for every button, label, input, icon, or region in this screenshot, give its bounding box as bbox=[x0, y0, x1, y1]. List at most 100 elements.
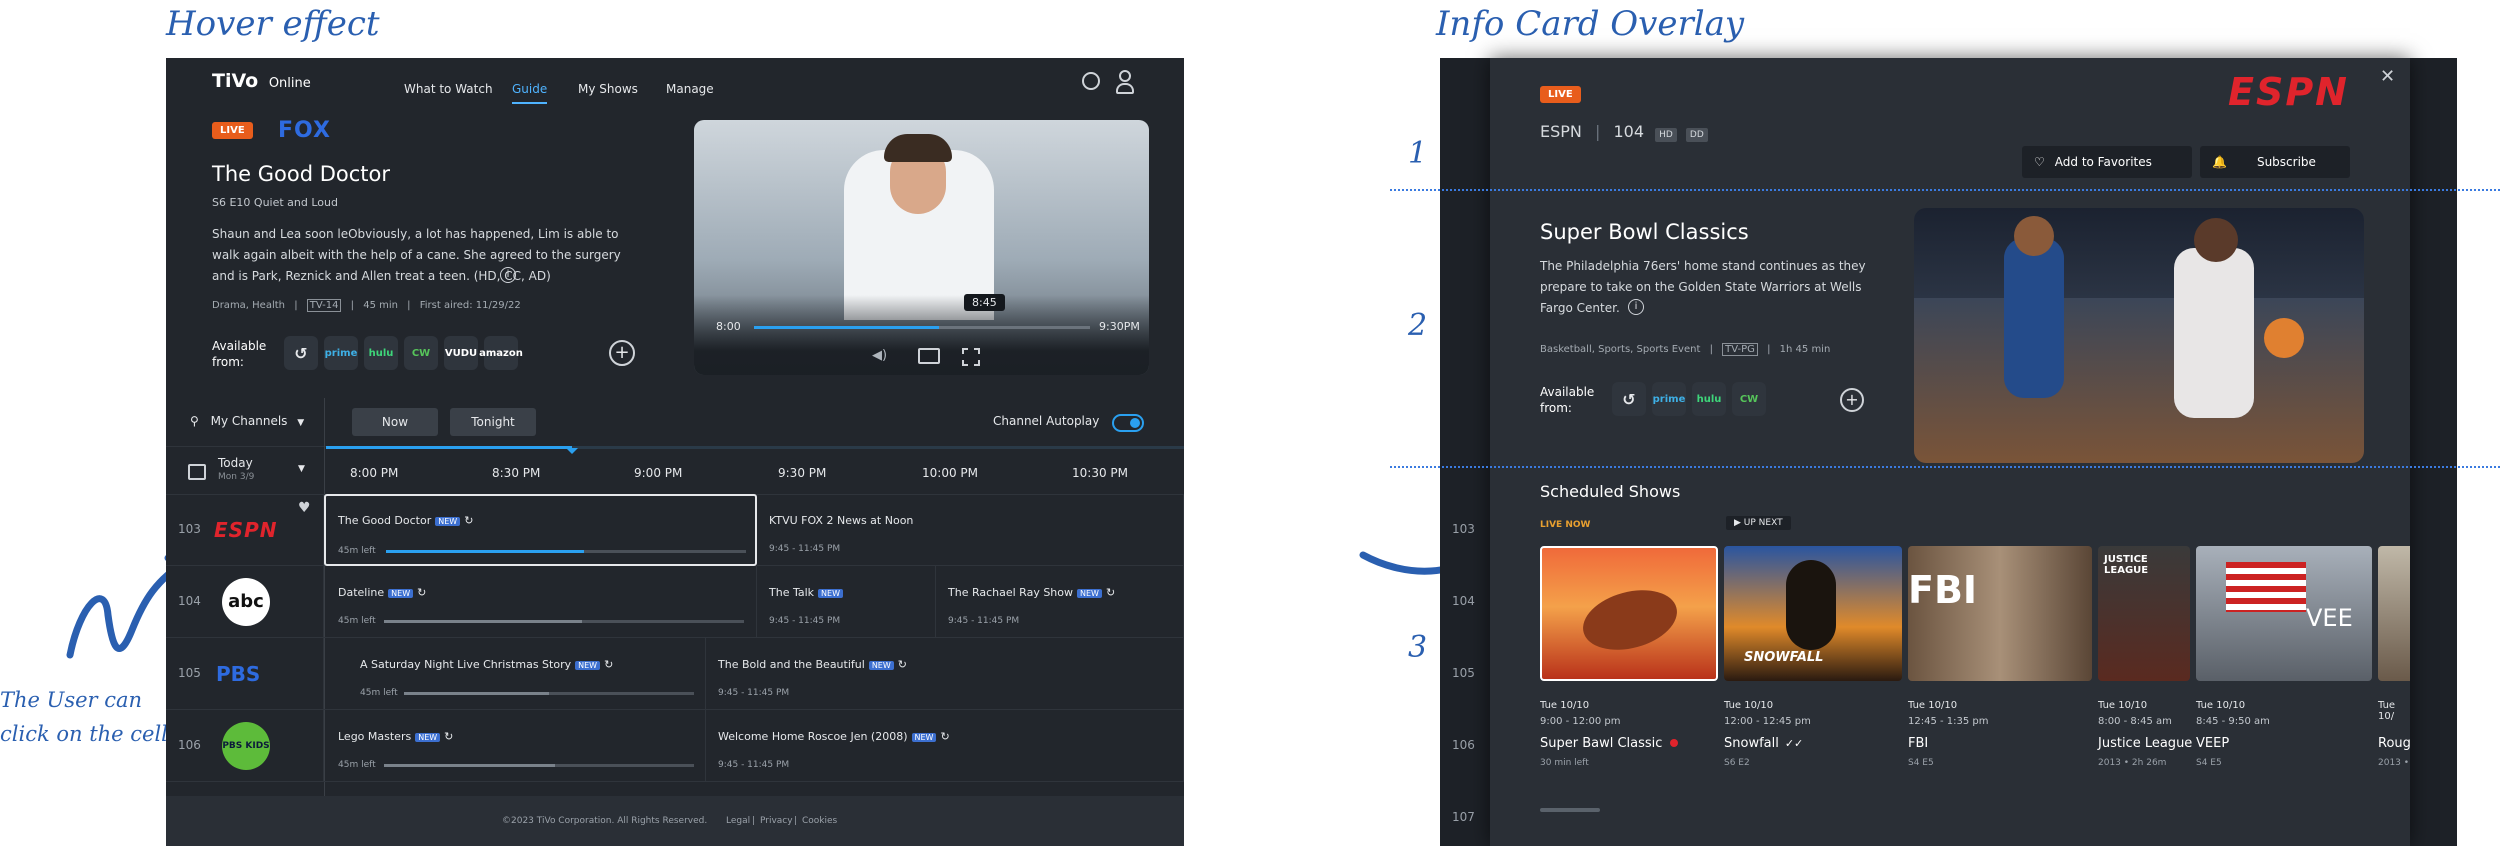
channel-cell[interactable]: 105 PBS bbox=[166, 638, 324, 710]
provider-vudu[interactable]: VUDU bbox=[444, 336, 478, 370]
up-next-label: ▶ UP NEXT bbox=[1726, 516, 1791, 530]
my-channels-dropdown[interactable]: ⚲ My Channels ▼ bbox=[190, 414, 304, 428]
hero-description: Shaun and Lea soon leObviously, a lot ha… bbox=[212, 227, 621, 283]
info-icon[interactable]: i bbox=[500, 267, 516, 283]
card-date: Tue 10/10 bbox=[2196, 700, 2246, 711]
channel-row-106: 106 PBS KIDS Lego Masters NEW ↻ 45m left W… bbox=[166, 710, 1184, 782]
program-cell[interactable]: KTVU FOX 2 News at Noon 9:45 - 11:45 PM bbox=[757, 494, 1184, 566]
program-cell[interactable]: The Talk NEW 9:45 - 11:45 PM bbox=[757, 566, 936, 638]
provider-cw[interactable]: CW bbox=[404, 336, 438, 370]
user-icon[interactable] bbox=[1116, 70, 1134, 94]
program-cell[interactable]: The Rachael Ray Show NEW ↻ 9:45 - 11:45 PM bbox=[936, 566, 1184, 638]
show-card-thumb[interactable] bbox=[2378, 546, 2410, 681]
close-icon[interactable]: ✕ bbox=[2380, 66, 2395, 87]
add-favorites-button[interactable]: ♡ Add to Favorites bbox=[2022, 146, 2192, 178]
captions-icon[interactable] bbox=[918, 348, 940, 364]
program-cell[interactable]: Lego Masters NEW ↻ 45m left bbox=[324, 710, 706, 782]
card-time: 8:00 - 8:45 am bbox=[2098, 716, 2172, 727]
volume-icon[interactable]: ◀) bbox=[872, 348, 887, 363]
bg-channel-104: 104 bbox=[1452, 594, 1475, 608]
program-cell-hovered[interactable]: The Good Doctor NEW ↻ 45m left bbox=[324, 494, 757, 566]
program-cell[interactable]: The Bold and the Beautiful NEW ↻ 9:45 - 11… bbox=[706, 638, 1184, 710]
program-cell[interactable]: Welcome Home Roscoe Jen (2008) NEW ↻ 9:45 … bbox=[706, 710, 1184, 782]
available-label: Available from: bbox=[1540, 385, 1595, 415]
available-label: Available from: bbox=[212, 339, 267, 369]
tonight-button[interactable]: Tonight bbox=[450, 408, 536, 436]
hero-meta: Drama, Health | TV-14 | 45 min | First a… bbox=[212, 299, 521, 312]
show-card-thumb[interactable]: JUSTICE LEAGUE bbox=[2098, 546, 2190, 681]
player-scrubber-track[interactable] bbox=[754, 326, 1090, 329]
tivo-logo-icon[interactable]: TiVo Online bbox=[212, 70, 311, 92]
legal-link[interactable]: Legal bbox=[726, 816, 750, 826]
bell-icon: 🔔 bbox=[2212, 155, 2227, 169]
meta-aired: First aired: 11/29/22 bbox=[419, 300, 521, 311]
channel-number: 104 bbox=[1613, 122, 1645, 141]
card-sub: 2013 • 2h 26m bbox=[2098, 758, 2167, 768]
restart-icon[interactable]: ↺ bbox=[284, 336, 318, 370]
heart-icon[interactable]: ♥ bbox=[298, 500, 311, 516]
card-date: Tue 10/10 bbox=[1540, 700, 1590, 711]
espn-brand-logo: ESPN bbox=[2228, 70, 2349, 114]
time-slot-10pm: 10:00 PM bbox=[922, 466, 978, 480]
play-icon: ▶ bbox=[1734, 518, 1744, 528]
repeat-icon: ↻ bbox=[444, 730, 454, 743]
program-title: Dateline bbox=[338, 586, 385, 599]
provider-prime[interactable]: prime bbox=[1652, 382, 1686, 416]
cookies-link[interactable]: Cookies bbox=[802, 816, 837, 826]
autoplay-toggle[interactable] bbox=[1112, 414, 1144, 432]
program-time: 9:45 - 11:45 PM bbox=[718, 688, 790, 698]
hd-badge: HD bbox=[1655, 128, 1677, 142]
nav-what-to-watch[interactable]: What to Watch bbox=[404, 82, 493, 96]
player-time-start: 8:00 bbox=[716, 320, 741, 333]
channel-cell[interactable]: 104 abc bbox=[166, 566, 324, 638]
time-slot-9pm: 9:00 PM bbox=[634, 466, 683, 480]
provider-hulu[interactable]: hulu bbox=[364, 336, 398, 370]
repeat-icon: ↻ bbox=[1105, 586, 1116, 599]
nav-my-shows[interactable]: My Shows bbox=[578, 82, 638, 96]
now-button[interactable]: Now bbox=[352, 408, 438, 436]
video-player[interactable]: 8:45 8:00 9:30PM ◀) bbox=[694, 120, 1149, 375]
add-favorites-label: Add to Favorites bbox=[2054, 155, 2152, 169]
card-sub: 2013 • bbox=[2378, 758, 2410, 768]
card-time: 12:45 - 1:35 pm bbox=[1908, 716, 1989, 727]
card-sub: S4 E5 bbox=[1908, 758, 1934, 768]
nav-guide[interactable]: Guide bbox=[512, 82, 548, 104]
provider-hulu[interactable]: hulu bbox=[1692, 382, 1726, 416]
time-slot-930pm: 9:30 PM bbox=[778, 466, 827, 480]
card-sub: S4 E5 bbox=[2196, 758, 2222, 768]
provider-cw[interactable]: CW bbox=[1732, 382, 1766, 416]
today-label[interactable]: Today bbox=[218, 456, 253, 470]
channel-row-105: 105 PBS A Saturday Night Live Christmas … bbox=[166, 638, 1184, 710]
program-cell[interactable]: A Saturday Night Live Christmas Story NEW… bbox=[324, 638, 706, 710]
channel-cell[interactable]: 103 ESPN ♥ bbox=[166, 494, 324, 566]
subscribe-button[interactable]: 🔔 Subscribe bbox=[2200, 146, 2350, 178]
calendar-icon[interactable] bbox=[188, 464, 206, 480]
show-card-thumb[interactable]: VEE bbox=[2196, 546, 2372, 681]
search-icon[interactable] bbox=[1082, 72, 1100, 90]
add-provider-icon[interactable]: + bbox=[1840, 388, 1864, 412]
bg-channel-107: 107 bbox=[1452, 810, 1475, 824]
date-chevron-icon[interactable]: ▼ bbox=[298, 464, 305, 474]
channel-cell[interactable]: 106 PBS KIDS bbox=[166, 710, 324, 782]
fullscreen-icon[interactable] bbox=[962, 348, 980, 366]
program-meta: Basketball, Sports, Sports Event | TV-PG… bbox=[1540, 343, 1831, 356]
hover-effect-title: Hover effect bbox=[166, 4, 380, 44]
live-badge: LIVE bbox=[1540, 86, 1581, 103]
provider-amazon[interactable]: amazon bbox=[479, 336, 523, 370]
logo-text: TiVo bbox=[212, 70, 259, 92]
privacy-link[interactable]: Privacy bbox=[760, 816, 793, 826]
nav-manage[interactable]: Manage bbox=[666, 82, 714, 96]
info-icon[interactable]: i bbox=[1628, 299, 1644, 315]
program-time: 9:45 - 11:45 PM bbox=[769, 616, 841, 626]
show-card-thumb[interactable]: FBI bbox=[1908, 546, 2092, 681]
hero-episode: S6 E10 Quiet and Loud bbox=[212, 196, 338, 209]
dolby-icon: DD bbox=[1685, 128, 1708, 142]
show-card-thumb[interactable]: SNOWFALL bbox=[1724, 546, 1902, 681]
show-card-thumb[interactable] bbox=[1540, 546, 1718, 681]
program-cell[interactable]: Dateline NEW ↻ 45m left bbox=[324, 566, 757, 638]
provider-prime[interactable]: prime bbox=[324, 336, 358, 370]
add-provider-icon[interactable]: + bbox=[609, 340, 635, 366]
carousel-scrollbar[interactable] bbox=[1540, 808, 1600, 812]
program-title: The Good Doctor bbox=[338, 514, 432, 527]
restart-icon[interactable]: ↺ bbox=[1612, 382, 1646, 416]
